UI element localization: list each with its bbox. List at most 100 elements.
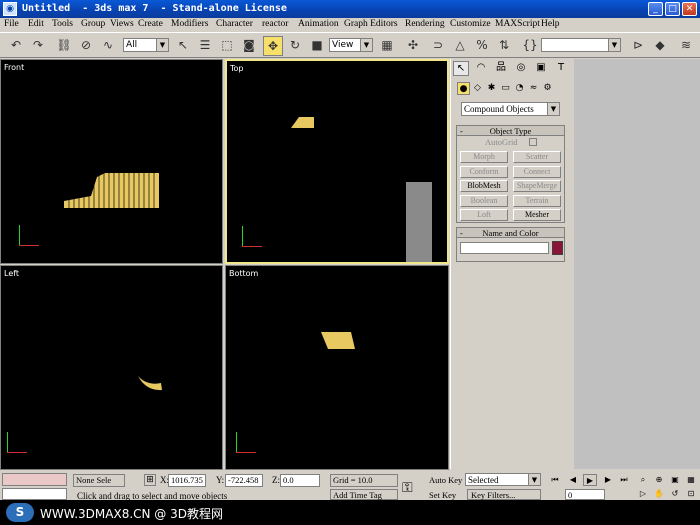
helpers-icon[interactable]: ◔ (513, 82, 526, 95)
unlink-icon[interactable]: ⊘ (76, 36, 96, 56)
menu-animation[interactable]: Animation (298, 19, 339, 29)
menu-reactor[interactable]: reactor (262, 19, 288, 29)
current-frame-field[interactable]: 0 (565, 489, 605, 500)
add-time-tag-button[interactable]: Add Time Tag (330, 489, 398, 500)
auto-key-button[interactable]: Auto Key (429, 475, 462, 485)
rectangular-selection-icon[interactable]: ⬚ (217, 36, 237, 56)
menu-rendering[interactable]: Rendering (405, 19, 445, 29)
max-listener-output[interactable] (2, 488, 67, 500)
menu-customize[interactable]: Customize (450, 19, 491, 29)
object-name-input[interactable] (460, 242, 549, 254)
named-selection-sets-dropdown[interactable]: ▼ (541, 38, 621, 52)
boolean-button[interactable]: Boolean (460, 194, 508, 207)
spinner-snap-icon[interactable]: ⇅ (494, 36, 514, 56)
previous-frame-icon[interactable]: ◀ (566, 474, 580, 486)
pan-icon[interactable]: ✋ (652, 488, 666, 500)
maximize-button[interactable]: □ (665, 2, 680, 16)
mesher-button[interactable]: Mesher (513, 209, 561, 221)
layer-manager-icon[interactable]: ≋ (676, 36, 696, 56)
bind-space-warp-icon[interactable]: ∿ (98, 36, 118, 56)
select-manipulate-icon[interactable]: ✣ (403, 36, 423, 56)
percent-snap-icon[interactable]: % (472, 36, 492, 56)
align-icon[interactable]: ◆ (650, 36, 670, 56)
geometry-icon[interactable]: ● (457, 82, 470, 95)
motion-tab-icon[interactable]: ◎ (513, 61, 529, 76)
reference-coordinate-dropdown[interactable]: View ▼ (329, 38, 373, 52)
display-tab-icon[interactable]: ▣ (533, 61, 549, 76)
hierarchy-tab-icon[interactable]: 品 (493, 61, 509, 76)
select-and-move-icon[interactable]: ✥ (263, 36, 283, 56)
cameras-icon[interactable]: ▭ (499, 82, 512, 95)
redo-icon[interactable]: ↷ (28, 36, 48, 56)
maximize-viewport-icon[interactable]: ⊡ (684, 488, 698, 500)
key-filters-button[interactable]: Key Filters... (467, 489, 541, 500)
menu-views[interactable]: Views (110, 19, 134, 29)
scatter-button[interactable]: Scatter (513, 151, 561, 163)
shapemerge-button[interactable]: ShapeMerge (513, 180, 561, 192)
modify-tab-icon[interactable]: ◠ (473, 61, 489, 76)
conform-button[interactable]: Conform (460, 165, 508, 178)
set-key-button[interactable]: Set Key (429, 490, 456, 500)
object-color-swatch[interactable] (552, 241, 563, 255)
viewport-top[interactable]: Top (225, 59, 449, 264)
snaps-toggle-icon[interactable]: ⊃ (428, 36, 448, 56)
minimize-button[interactable]: _ (648, 2, 663, 16)
zoom-extents-icon[interactable]: ▣ (668, 474, 682, 486)
zoom-all-icon[interactable]: ⊕ (652, 474, 666, 486)
category-dropdown[interactable]: Compound Objects ▼ (461, 102, 560, 116)
create-tab-icon[interactable]: ↖ (453, 61, 469, 76)
viewport-front[interactable]: Front (0, 59, 223, 264)
lock-selection-icon[interactable]: ⊞ (144, 474, 156, 486)
mirror-icon[interactable]: ⊳ (628, 36, 648, 56)
menu-character[interactable]: Character (216, 19, 253, 29)
space-warps-icon[interactable]: ≈ (527, 82, 540, 95)
select-and-scale-icon[interactable]: ■ (307, 36, 327, 56)
angle-snap-icon[interactable]: △ (450, 36, 470, 56)
play-icon[interactable]: ▶ (583, 474, 597, 486)
field-of-view-icon[interactable]: ▷ (636, 488, 650, 500)
utilities-tab-icon[interactable]: T (553, 61, 569, 76)
lights-icon[interactable]: ✱ (485, 82, 498, 95)
object-type-rollout-header[interactable]: - Object Type (456, 125, 565, 136)
max-listener-mini[interactable] (2, 473, 67, 486)
select-object-icon[interactable]: ↖ (173, 36, 193, 56)
autogrid-checkbox[interactable] (529, 138, 537, 146)
menu-graph-editors[interactable]: Graph Editors (344, 19, 398, 29)
name-and-color-rollout-header[interactable]: - Name and Color (456, 227, 565, 238)
selection-filter-dropdown[interactable]: All ▼ (123, 38, 169, 52)
loft-button[interactable]: Loft (460, 209, 508, 221)
arc-rotate-icon[interactable]: ↺ (668, 488, 682, 500)
z-coordinate-field[interactable]: 0.0 (280, 474, 320, 487)
connect-button[interactable]: Connect (513, 165, 561, 178)
menu-file[interactable]: File (4, 19, 19, 29)
systems-icon[interactable]: ⚙ (541, 82, 554, 95)
pivot-center-icon[interactable]: ▦ (377, 36, 397, 56)
menu-edit[interactable]: Edit (28, 19, 44, 29)
select-and-rotate-icon[interactable]: ↻ (285, 36, 305, 56)
menu-help[interactable]: Help (541, 19, 559, 29)
select-link-icon[interactable]: ⛓ (54, 36, 74, 56)
menu-group[interactable]: Group (81, 19, 105, 29)
named-selection-icon[interactable]: {} (520, 36, 540, 56)
next-frame-icon[interactable]: ▶ (601, 474, 615, 486)
y-coordinate-field[interactable]: -722.458 (225, 474, 263, 487)
terrain-button[interactable]: Terrain (513, 194, 561, 207)
shapes-icon[interactable]: ◇ (471, 82, 484, 95)
menu-create[interactable]: Create (138, 19, 163, 29)
go-to-start-icon[interactable]: ⏮ (548, 474, 562, 486)
x-coordinate-field[interactable]: 1016.735 (168, 474, 206, 487)
zoom-icon[interactable]: ⌕ (636, 474, 650, 486)
app-icon[interactable]: ◉ (3, 2, 17, 16)
blobmesh-button[interactable]: BlobMesh (460, 180, 508, 192)
undo-icon[interactable]: ↶ (6, 36, 26, 56)
zoom-extents-all-icon[interactable]: ▦ (684, 474, 698, 486)
menu-tools[interactable]: Tools (52, 19, 73, 29)
viewport-left[interactable]: Left (0, 265, 223, 470)
morph-button[interactable]: Morph (460, 151, 508, 163)
key-mode-dropdown[interactable]: Selected ▼ (465, 473, 541, 486)
set-key-icon[interactable]: ⚿ (402, 480, 413, 496)
go-to-end-icon[interactable]: ⏭ (617, 474, 631, 486)
select-by-name-icon[interactable]: ☰ (195, 36, 215, 56)
close-button[interactable]: ✕ (682, 2, 697, 16)
viewport-bottom[interactable]: Bottom (225, 265, 449, 470)
